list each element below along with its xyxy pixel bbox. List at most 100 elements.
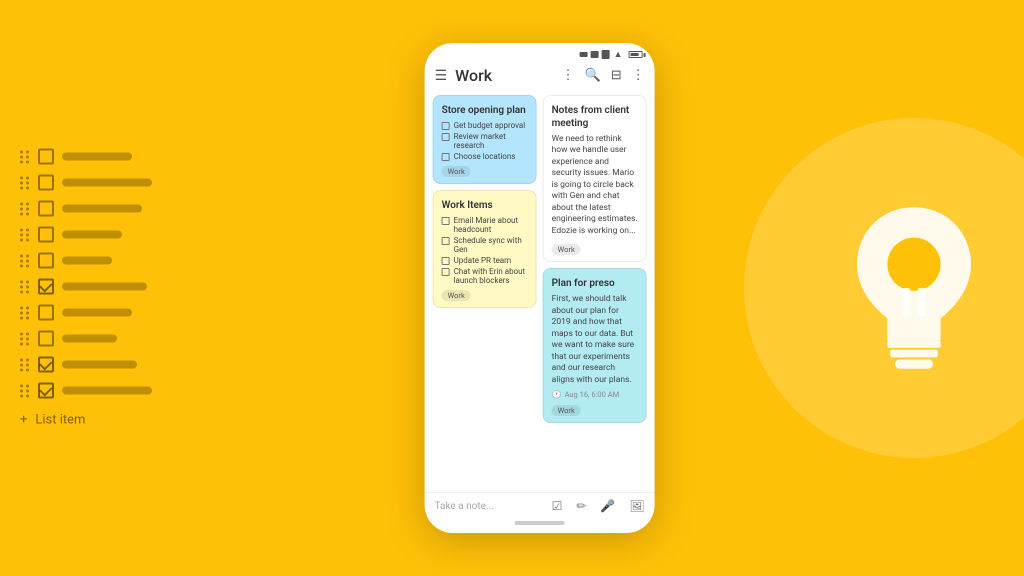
list-item-row	[20, 175, 152, 191]
drag-handle[interactable]	[20, 254, 30, 267]
note-body: First, we should talk about our plan for…	[552, 294, 638, 386]
drag-handle[interactable]	[20, 332, 30, 345]
note-tag[interactable]: Work	[442, 290, 471, 301]
note-store-opening[interactable]: Store opening plan Get budget approval R…	[433, 95, 537, 184]
take-note-placeholder[interactable]: Take a note...	[435, 501, 494, 512]
mic-icon[interactable]: 🎤	[600, 499, 615, 513]
note-tag[interactable]: Work	[552, 244, 581, 255]
phone-mockup: ▲ ☰ Work ⋮ 🔍 ⊟ ⋮ Store opening plan Get …	[425, 43, 655, 533]
note-title: Notes from client meeting	[552, 104, 638, 130]
list-bar	[62, 387, 152, 395]
list-item-row	[20, 305, 152, 321]
list-item-row	[20, 279, 152, 295]
note-work-items[interactable]: Work Items Email Marie about headcount S…	[433, 190, 537, 308]
add-list-item-row[interactable]: + List item	[20, 413, 152, 428]
list-checkbox[interactable]	[38, 305, 54, 321]
note-item-2: Review market research	[442, 132, 528, 150]
search-icon[interactable]: 🔍	[585, 68, 601, 83]
list-checkbox[interactable]	[38, 357, 54, 373]
list-item-row	[20, 201, 152, 217]
list-bar	[62, 153, 132, 161]
more-options-icon[interactable]: ⋮	[562, 68, 575, 83]
list-checkbox[interactable]	[38, 149, 54, 165]
note-client-meeting[interactable]: Notes from client meeting We need to ret…	[543, 95, 647, 262]
list-bar	[62, 335, 117, 343]
plus-icon: +	[20, 414, 27, 427]
note-title: Work Items	[442, 199, 528, 212]
checkbox[interactable]	[442, 257, 450, 265]
list-bar	[62, 179, 152, 187]
note-item-3: Update PR team	[442, 256, 528, 265]
note-item-1: Get budget approval	[442, 121, 528, 130]
note-item-1: Email Marie about headcount	[442, 216, 528, 234]
checkbox[interactable]	[442, 133, 450, 141]
header-title: Work	[455, 66, 553, 85]
drag-handle[interactable]	[20, 202, 30, 215]
list-item-row	[20, 357, 152, 373]
drag-handle[interactable]	[20, 384, 30, 397]
notes-grid: Store opening plan Get budget approval R…	[425, 91, 655, 492]
list-checkbox[interactable]	[38, 175, 54, 191]
signal-bars	[580, 50, 610, 59]
clock-icon: 🕐	[552, 390, 562, 399]
overflow-icon[interactable]: ⋮	[632, 68, 645, 83]
header-actions: ⋮ 🔍 ⊟ ⋮	[562, 68, 645, 83]
checkbox[interactable]	[442, 237, 450, 245]
left-decorative-list: + List item	[20, 149, 152, 428]
drag-handle[interactable]	[20, 150, 30, 163]
note-date: 🕐 Aug 16, 6:00 AM	[552, 390, 638, 399]
notes-column-left: Store opening plan Get budget approval R…	[433, 95, 537, 488]
list-checkbox[interactable]	[38, 227, 54, 243]
note-item-2: Schedule sync with Gen	[442, 236, 528, 254]
notes-column-right: Notes from client meeting We need to ret…	[543, 95, 647, 488]
list-item-row	[20, 331, 152, 347]
hamburger-icon[interactable]: ☰	[435, 68, 448, 84]
note-tag[interactable]: Work	[442, 166, 471, 177]
list-bar	[62, 205, 142, 213]
app-header: ☰ Work ⋮ 🔍 ⊟ ⋮	[425, 62, 655, 91]
background-circle	[744, 118, 1024, 458]
list-bar	[62, 231, 122, 239]
checklist-icon[interactable]: ☑	[552, 499, 563, 513]
note-tag[interactable]: Work	[552, 405, 581, 416]
lightbulb-icon	[834, 193, 994, 383]
take-note-row: Take a note... ☑ ✏ 🎤 🖼	[435, 499, 645, 513]
list-checkbox[interactable]	[38, 253, 54, 269]
drag-handle[interactable]	[20, 358, 30, 371]
checkbox[interactable]	[442, 217, 450, 225]
list-bar	[62, 283, 147, 291]
layout-icon[interactable]: ⊟	[611, 68, 622, 83]
checkbox[interactable]	[442, 268, 450, 276]
note-plan-preso[interactable]: Plan for preso First, we should talk abo…	[543, 268, 647, 423]
status-bar: ▲	[425, 43, 655, 62]
note-title: Plan for preso	[552, 277, 638, 290]
list-checkbox[interactable]	[38, 331, 54, 347]
date-text: Aug 16, 6:00 AM	[565, 390, 620, 399]
battery-icon	[629, 51, 643, 58]
list-item-row	[20, 253, 152, 269]
list-checkbox[interactable]	[38, 279, 54, 295]
list-bar	[62, 309, 132, 317]
drag-handle[interactable]	[20, 176, 30, 189]
add-item-label: List item	[35, 413, 85, 428]
drag-handle[interactable]	[20, 306, 30, 319]
bar3	[602, 50, 610, 59]
list-item-row	[20, 227, 152, 243]
list-item-row	[20, 149, 152, 165]
pen-icon[interactable]: ✏	[576, 499, 586, 513]
note-item-4: Chat with Erin about launch blockers	[442, 267, 528, 285]
checkbox[interactable]	[442, 122, 450, 130]
drag-handle[interactable]	[20, 228, 30, 241]
drag-handle[interactable]	[20, 280, 30, 293]
bottom-action-icons: ☑ ✏ 🎤 🖼	[552, 499, 645, 513]
checkbox[interactable]	[442, 153, 450, 161]
list-bar	[62, 361, 137, 369]
image-icon[interactable]: 🖼	[629, 499, 644, 513]
bar1	[580, 52, 588, 57]
bottom-bar: Take a note... ☑ ✏ 🎤 🖼	[425, 492, 655, 533]
wifi-icon: ▲	[614, 49, 623, 60]
list-checkbox[interactable]	[38, 383, 54, 399]
list-checkbox[interactable]	[38, 201, 54, 217]
battery-fill	[631, 53, 639, 56]
bar2	[591, 51, 599, 58]
